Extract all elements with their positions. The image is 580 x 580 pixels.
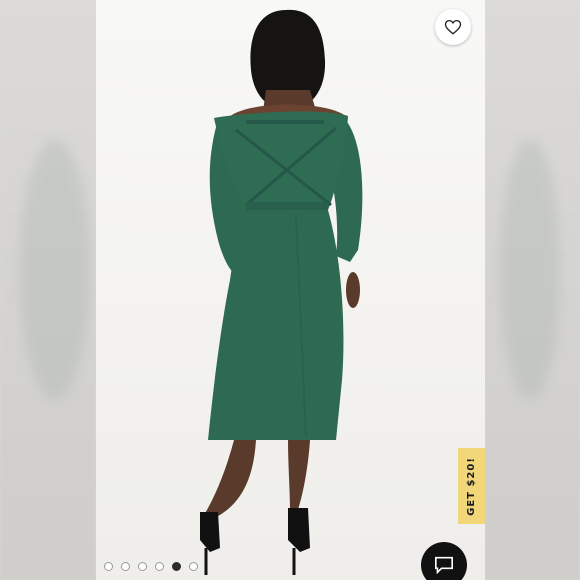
chat-button[interactable]	[421, 542, 467, 580]
carousel-dot[interactable]	[189, 561, 198, 571]
chat-bubble-icon	[435, 556, 453, 574]
carousel-dot[interactable]	[121, 561, 130, 571]
carousel-dot[interactable]	[104, 561, 113, 571]
carousel-indicator	[104, 561, 198, 571]
like-button[interactable]	[435, 9, 471, 45]
blurred-shape	[500, 140, 560, 400]
heart-icon	[444, 19, 462, 35]
carousel-dot[interactable]	[155, 561, 164, 571]
blurred-shape	[20, 140, 90, 400]
carousel-dot-active[interactable]	[172, 561, 181, 571]
model-illustration	[200, 9, 363, 575]
promo-tab[interactable]: GET $20!	[458, 448, 485, 524]
promo-tab-label: GET $20!	[466, 456, 477, 516]
product-photo[interactable]	[96, 0, 485, 580]
carousel-dot[interactable]	[138, 561, 147, 571]
